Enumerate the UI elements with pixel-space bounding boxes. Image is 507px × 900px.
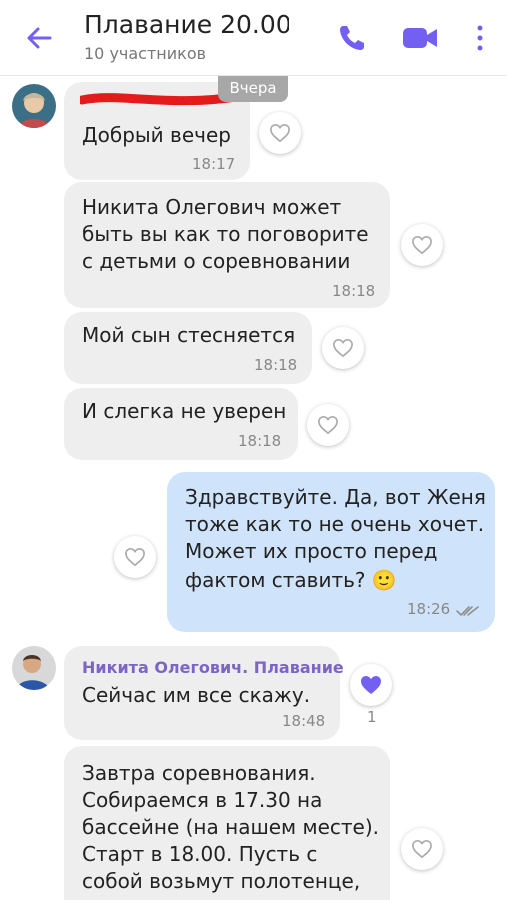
message-time: 18:48 (282, 712, 326, 730)
message-text: Собираемся в 17.30 на (82, 788, 323, 812)
chat-header: Плавание 20.00… 10 участников (0, 0, 507, 76)
message-time: 18:26 (407, 600, 451, 618)
message-bubble[interactable]: И слегка не уверен 18:18 (64, 388, 298, 460)
message-text: Никита Олегович может (82, 195, 342, 219)
message-text: быть вы как то поговорите (82, 222, 369, 246)
sender-name[interactable]: Никита Олегович. Плавание (82, 658, 344, 677)
message-time: 18:17 (192, 155, 236, 173)
message-time: 18:18 (332, 282, 376, 300)
back-arrow-icon[interactable] (20, 18, 60, 58)
more-options-icon[interactable] (460, 18, 500, 58)
sender-avatar[interactable] (12, 646, 56, 690)
message-bubble[interactable]: Никита Олегович. Плавание Сейчас им все … (64, 646, 344, 740)
message-text: Добрый вечер (82, 123, 231, 147)
date-divider: Вчера (218, 76, 288, 102)
message-text: Может их просто перед (185, 539, 438, 563)
heart-outline-icon (412, 839, 432, 859)
heart-outline-icon (318, 415, 338, 435)
read-receipt-icon (456, 606, 479, 617)
heart-outline-icon (333, 338, 353, 358)
phone-call-icon[interactable] (332, 18, 372, 58)
message-text: Завтра соревнования. (82, 761, 316, 785)
message-time: 18:18 (238, 432, 282, 450)
like-button[interactable] (259, 112, 301, 154)
message-list[interactable]: Добрый вечер 18:17 Вчера Никита Олегович… (0, 76, 507, 900)
participants-count[interactable]: 10 участников (84, 44, 206, 63)
chat-title[interactable]: Плавание 20.00… (84, 10, 289, 39)
message-bubble[interactable]: Завтра соревнования. Собираемся в 17.30 … (64, 746, 390, 900)
heart-filled-icon (361, 676, 381, 694)
message-text: фактом ставить? 🙂 (185, 568, 397, 592)
liked-button[interactable] (350, 664, 392, 706)
sender-avatar[interactable] (12, 84, 56, 128)
message-text: бассейне (на нашем месте). (82, 815, 380, 839)
like-button[interactable] (114, 536, 156, 578)
message-text: И слегка не уверен (82, 399, 287, 423)
message-text: тоже как то не очень хочет. (185, 512, 485, 536)
message-bubble[interactable]: Никита Олегович может быть вы как то пог… (64, 182, 390, 308)
message-time: 18:18 (254, 356, 298, 374)
outgoing-message-bubble[interactable]: Здравствуйте. Да, вот Женя тоже как то н… (167, 472, 495, 632)
message-text: Старт в 18.00. Пусть с (82, 842, 318, 866)
message-text: собой возьмут полотенце, (82, 869, 361, 893)
message-bubble[interactable]: Мой сын стесняется 18:18 (64, 312, 312, 384)
video-call-icon[interactable] (400, 18, 440, 58)
heart-outline-icon (125, 547, 145, 567)
like-button[interactable] (401, 224, 443, 266)
message-text: Здравствуйте. Да, вот Женя (185, 485, 486, 509)
message-text: Мой сын стесняется (82, 323, 296, 347)
like-button[interactable] (307, 404, 349, 446)
heart-outline-icon (270, 123, 290, 143)
like-button[interactable] (322, 327, 364, 369)
message-text: с детьми о соревновании (82, 249, 351, 273)
like-button[interactable] (401, 828, 443, 870)
heart-outline-icon (412, 235, 432, 255)
like-count: 1 (367, 708, 377, 726)
message-text: Сейчас им все скажу. (82, 683, 311, 707)
